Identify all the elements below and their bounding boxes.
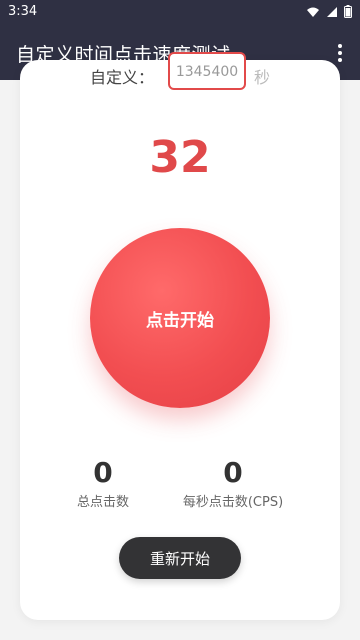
wifi-icon	[306, 6, 320, 22]
stats-panel: 0 总点击数 0 每秒点击数(CPS)	[20, 456, 340, 516]
signal-icon	[326, 6, 338, 22]
main-card: 自定义： 1345400 秒 32 点击开始 0 总点击数 0 每秒点击数(CP…	[20, 52, 340, 620]
cps-label: 每秒点击数(CPS)	[182, 495, 284, 510]
custom-time-label: 自定义：	[90, 68, 155, 87]
total-clicks-label: 总点击数	[76, 495, 129, 510]
custom-time-row: 自定义： 1345400 秒	[20, 52, 340, 105]
status-icons	[306, 5, 352, 22]
total-clicks-stat: 0 总点击数	[33, 456, 173, 510]
custom-time-unit: 秒	[254, 68, 271, 87]
status-time: 3:34	[8, 4, 38, 19]
custom-time-input[interactable]: 1345400	[168, 52, 246, 90]
total-clicks-value: 0	[93, 456, 113, 489]
restart-button[interactable]: 重新开始	[119, 537, 241, 579]
cps-stat: 0 每秒点击数(CPS)	[163, 456, 303, 510]
timer-display: 32	[149, 132, 211, 183]
click-start-button[interactable]: 点击开始	[90, 228, 270, 408]
cps-value: 0	[223, 456, 243, 489]
status-bar: 3:34	[0, 0, 360, 24]
battery-icon	[344, 5, 352, 22]
